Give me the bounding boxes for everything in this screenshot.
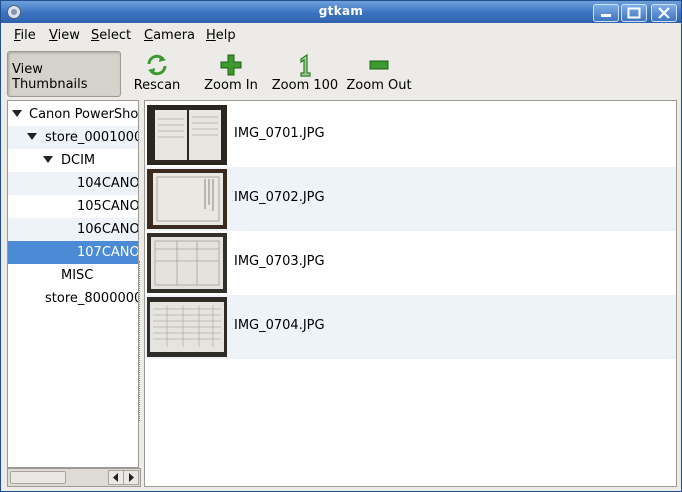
image-thumbnail [147,297,227,357]
menu-help-label: elp [215,28,236,43]
menu-camera-label: amera [153,28,196,43]
arrow-left-icon [113,473,118,482]
zoom-100-label: Zoom 100 [271,78,339,93]
tree-item-label: 104CANON [77,176,139,191]
toolbar: View Thumbnails Rescan Zoom In Zoom 100 [1,47,681,99]
tree-item-store-0001[interactable]: store_00010000 [8,126,138,149]
tree-item-label: Canon PowerShot [29,107,139,122]
document-photo-icon [158,116,218,138]
document-photo-icon [153,305,221,347]
scroll-left-button[interactable] [108,470,124,485]
scroll-right-button[interactable] [123,470,139,485]
menu-help[interactable]: Help [206,28,236,43]
app-window: gtkam File View Select Camera Help View … [0,0,682,492]
pane-resize-handle[interactable] [139,261,142,421]
scrollbar-thumb[interactable] [10,471,66,484]
rescan-label: Rescan [133,78,181,93]
file-name: IMG_0702.JPG [234,190,325,205]
plus-icon [220,54,242,76]
view-thumbnails-label: View Thumbnails [12,62,88,92]
close-button[interactable] [651,4,677,22]
menu-view-label: iew [57,28,80,43]
tree-item-label: DCIM [61,153,96,168]
zoom-in-button[interactable]: Zoom In [201,51,261,95]
tree-item-label: 105CANON [77,199,139,214]
document-photo-icon [154,240,220,286]
zoom-100-button[interactable]: Zoom 100 [269,51,341,95]
expander-down-icon[interactable] [12,110,22,117]
tree-item-label: 107CANON [77,245,139,260]
minimize-icon [601,14,611,17]
title-bar[interactable]: gtkam [1,1,681,23]
list-item[interactable]: IMG_0704.JPG [145,295,676,359]
zoom-in-label: Zoom In [204,78,258,93]
expander-down-icon[interactable] [27,133,37,140]
tree-item-106canon[interactable]: 106CANON [8,218,138,241]
image-thumbnail [147,233,227,293]
window-title: gtkam [318,4,364,18]
list-item[interactable]: IMG_0703.JPG [145,231,676,295]
close-icon [658,7,670,19]
tree-horizontal-scrollbar[interactable] [7,468,141,487]
file-list[interactable]: IMG_0701.JPG IMG_0702.JPG IMG_0703.JPG I… [144,100,677,487]
menu-help-mnemonic: H [206,28,216,43]
menu-bar: File View Select Camera Help [1,23,681,47]
minimize-button[interactable] [593,4,619,22]
menu-file-label: ile [20,28,36,43]
zoom-out-button[interactable]: Zoom Out [346,51,412,95]
tree-item-107canon[interactable]: 107CANON [8,241,138,264]
menu-view-mnemonic: V [49,28,58,43]
zoom-out-label: Zoom Out [346,78,412,93]
menu-view[interactable]: View [49,28,80,43]
file-name: IMG_0701.JPG [234,126,325,141]
refresh-icon [147,54,167,76]
tree-item-105canon[interactable]: 105CANON [8,195,138,218]
maximize-icon [627,7,641,19]
tree-item-label: store_80000000 [45,291,138,306]
image-thumbnail [147,169,227,229]
tree-item-store-8000[interactable]: store_80000000 [8,287,138,310]
tree-item-label: MISC [61,268,94,283]
file-name: IMG_0704.JPG [234,318,325,333]
menu-camera[interactable]: Camera [144,28,195,43]
folder-tree[interactable]: Canon PowerShot store_00010000 DCIM 104C… [7,100,139,468]
menu-file[interactable]: File [14,28,36,43]
view-thumbnails-toggle[interactable]: View Thumbnails [7,51,121,97]
tree-item-label: 106CANON [77,222,139,237]
maximize-button[interactable] [621,4,647,22]
list-item[interactable]: IMG_0701.JPG [145,103,676,167]
image-thumbnail [147,105,227,165]
file-name: IMG_0703.JPG [234,254,325,269]
tree-item-camera[interactable]: Canon PowerShot [8,103,138,126]
tree-item-104canon[interactable]: 104CANON [8,172,138,195]
tree-item-dcim[interactable]: DCIM [8,149,138,172]
tree-item-label: store_00010000 [45,130,138,145]
menu-select-label: elect [99,28,132,43]
arrow-right-icon [129,473,134,482]
minus-icon [369,60,389,70]
one-icon [300,53,311,77]
rescan-button[interactable]: Rescan [129,51,185,95]
expander-down-icon[interactable] [43,156,53,163]
tree-item-misc[interactable]: MISC [8,264,138,287]
list-item[interactable]: IMG_0702.JPG [145,167,676,231]
menu-camera-mnemonic: C [144,28,154,43]
menu-select[interactable]: Select [91,28,131,43]
document-photo-icon [156,176,220,222]
